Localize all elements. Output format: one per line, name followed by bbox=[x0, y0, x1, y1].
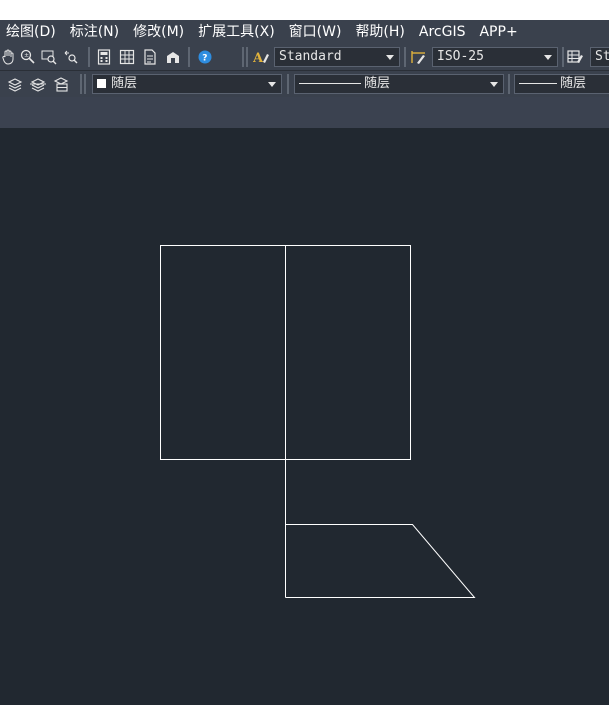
menu-modify[interactable]: 修改(M) bbox=[127, 20, 192, 44]
color-swatch bbox=[97, 79, 106, 88]
linetype-value: 随层 bbox=[364, 76, 391, 91]
table-style-dropdown[interactable]: St bbox=[590, 47, 609, 67]
toolbar-divider bbox=[287, 74, 289, 94]
svg-text:?: ? bbox=[202, 54, 207, 64]
model-space bbox=[160, 245, 476, 598]
color-control-dropdown[interactable]: 随层 bbox=[92, 74, 282, 94]
help-icon[interactable]: ? bbox=[196, 48, 214, 66]
svg-text:±: ± bbox=[24, 52, 29, 59]
standard-toolbar: ± ? A Standard ISO-25 St bbox=[0, 44, 609, 70]
linetype-control-dropdown[interactable]: 随层 bbox=[294, 74, 504, 94]
calculator-icon[interactable] bbox=[95, 48, 113, 66]
lineweight-value: 随层 bbox=[560, 76, 587, 91]
menu-extended-tools[interactable]: 扩展工具(X) bbox=[192, 20, 283, 44]
toolbar-divider bbox=[508, 74, 510, 94]
menu-window[interactable]: 窗口(W) bbox=[283, 20, 350, 44]
text-style-icon[interactable]: A bbox=[253, 48, 271, 66]
layer-match-icon[interactable] bbox=[6, 75, 24, 93]
design-center-icon[interactable] bbox=[164, 48, 182, 66]
zoom-window-icon[interactable] bbox=[40, 48, 58, 66]
properties-icon[interactable] bbox=[141, 48, 159, 66]
menu-dimension[interactable]: 标注(N) bbox=[64, 20, 127, 44]
file-tab-strip bbox=[0, 97, 609, 128]
dim-style-value: ISO-25 bbox=[437, 49, 484, 64]
menu-bar: 绘图(D) 标注(N) 修改(M) 扩展工具(X) 窗口(W) 帮助(H) Ar… bbox=[0, 20, 609, 44]
layer-states-icon[interactable] bbox=[52, 75, 70, 93]
chevron-down-icon bbox=[386, 55, 394, 60]
lineweight-control-dropdown[interactable]: 随层 bbox=[514, 74, 609, 94]
toolbar-divider bbox=[80, 74, 82, 94]
toolbar-divider bbox=[242, 47, 244, 67]
text-style-dropdown[interactable]: Standard bbox=[274, 47, 400, 67]
pan-hand-icon[interactable] bbox=[0, 48, 18, 66]
text-style-value: Standard bbox=[279, 49, 342, 64]
toolbar-divider bbox=[562, 47, 564, 67]
table-style-icon[interactable] bbox=[567, 48, 585, 66]
properties-toolbar: 随层 随层 随层 bbox=[0, 71, 609, 97]
toolbar-divider bbox=[84, 74, 86, 94]
zoom-previous-icon[interactable] bbox=[62, 48, 80, 66]
menu-app-plus[interactable]: APP+ bbox=[473, 20, 525, 44]
menu-draw[interactable]: 绘图(D) bbox=[0, 20, 64, 44]
chevron-down-icon bbox=[544, 55, 552, 60]
linetype-sample bbox=[299, 83, 361, 84]
drawing-canvas[interactable] bbox=[0, 128, 609, 705]
dim-style-dropdown[interactable]: ISO-25 bbox=[432, 47, 558, 67]
color-value: 随层 bbox=[111, 76, 138, 91]
zoom-realtime-icon[interactable]: ± bbox=[19, 48, 37, 66]
toolbar-divider bbox=[404, 47, 406, 67]
dim-style-icon[interactable] bbox=[410, 48, 428, 66]
toolbar-divider bbox=[188, 47, 190, 67]
menu-arcgis[interactable]: ArcGIS bbox=[413, 20, 474, 44]
table-grid-icon[interactable] bbox=[118, 48, 136, 66]
lineweight-sample bbox=[519, 83, 557, 84]
toolbar-divider bbox=[88, 47, 90, 67]
layer-previous-icon[interactable] bbox=[29, 75, 47, 93]
menu-help[interactable]: 帮助(H) bbox=[349, 20, 412, 44]
table-style-value: St bbox=[595, 49, 609, 64]
svg-text:A: A bbox=[253, 51, 264, 65]
chevron-down-icon bbox=[490, 82, 498, 87]
chevron-down-icon bbox=[268, 82, 276, 87]
toolbar-divider bbox=[246, 47, 248, 67]
trapezoid-shape[interactable] bbox=[285, 524, 476, 598]
